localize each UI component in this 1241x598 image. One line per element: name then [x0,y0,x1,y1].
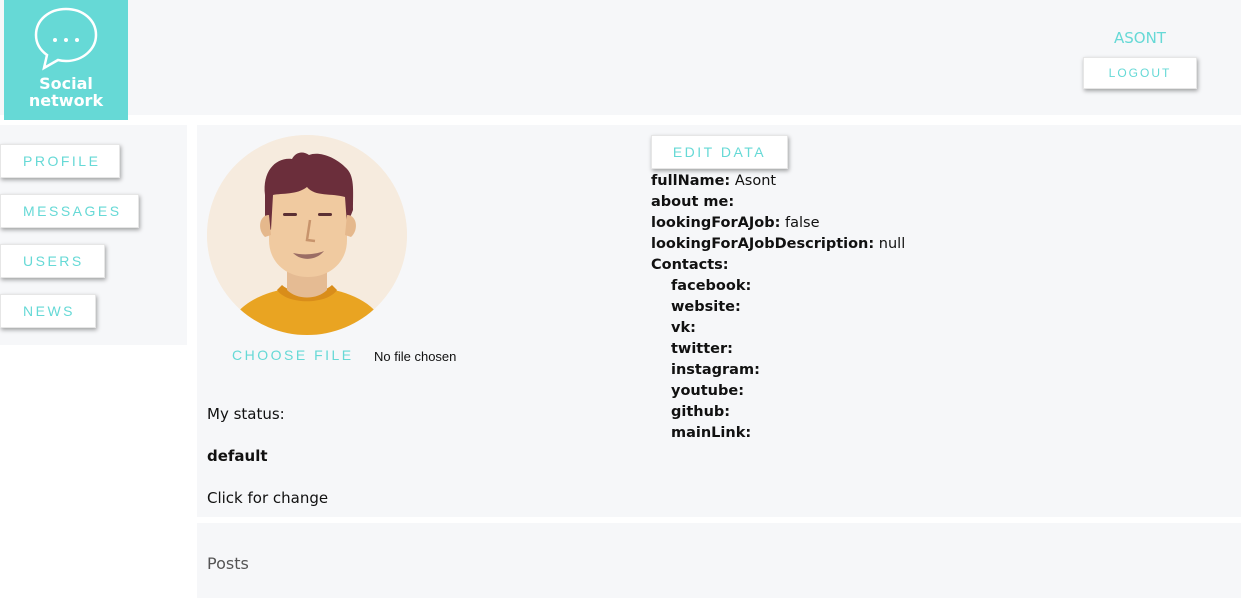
contact-youtube: youtube: [671,381,905,402]
file-status-text: No file chosen [374,349,457,364]
contact-twitter: twitter: [671,339,905,360]
contact-key: twitter: [671,341,733,357]
info-key: lookingForAJobDescription: [651,236,875,252]
logo-line-2: network [28,91,104,110]
user-login[interactable]: ASONT [1100,29,1180,47]
contact-mainlink: mainLink: [671,423,905,444]
contact-key: facebook: [671,278,752,294]
info-key: fullName: [651,173,731,189]
contact-key: vk: [671,320,696,336]
info-key: about me: [651,194,735,210]
chat-bubble-icon [34,7,98,71]
info-row-about: about me: [651,192,905,213]
status-label: My status: [207,405,285,423]
contact-key: github: [671,404,731,420]
profile-info: fullName: Asont about me: lookingForAJob… [651,171,905,444]
user-avatar-icon [207,135,407,335]
info-row-looking-for-job: lookingForAJob: false [651,213,905,234]
logo[interactable]: Social network [4,0,128,120]
info-row-job-description: lookingForAJobDescription: null [651,234,905,255]
info-key: lookingForAJob: [651,215,781,231]
choose-file-button[interactable]: CHOOSE FILE [232,347,354,363]
info-value: false [785,215,820,231]
info-value: Asont [734,173,777,189]
logo-line-1: Social [39,74,93,93]
contact-website: website: [671,297,905,318]
logo-text: Social network [4,75,128,109]
contact-vk: vk: [671,318,905,339]
status-value[interactable]: default [207,447,268,465]
info-key: Contacts: [651,257,729,273]
contacts-list: facebook: website: vk: twitter: instagra… [651,276,905,444]
posts-panel: Posts [197,523,1241,598]
contact-key: mainLink: [671,425,752,441]
app-header: Social network ASONT LOGOUT [0,0,1241,120]
status-hint[interactable]: Click for change [207,489,328,507]
contact-key: youtube: [671,383,745,399]
info-value: null [878,236,906,252]
edit-data-button[interactable]: EDIT DATA [651,135,788,169]
sidebar-item-profile[interactable]: PROFILE [0,144,120,178]
contact-instagram: instagram: [671,360,905,381]
sidebar-item-messages[interactable]: MESSAGES [0,194,139,228]
contact-key: instagram: [671,362,760,378]
posts-title: Posts [207,554,249,573]
info-row-contacts: Contacts: [651,255,905,276]
sidebar-item-news[interactable]: NEWS [0,294,96,328]
sidebar: PROFILE MESSAGES USERS NEWS [0,125,187,345]
sidebar-item-users[interactable]: USERS [0,244,105,278]
profile-panel: CHOOSE FILE No file chosen My status: de… [197,125,1241,517]
contact-github: github: [671,402,905,423]
info-row-fullname: fullName: Asont [651,171,905,192]
logout-button[interactable]: LOGOUT [1083,57,1197,89]
contact-facebook: facebook: [671,276,905,297]
contact-key: website: [671,299,741,315]
